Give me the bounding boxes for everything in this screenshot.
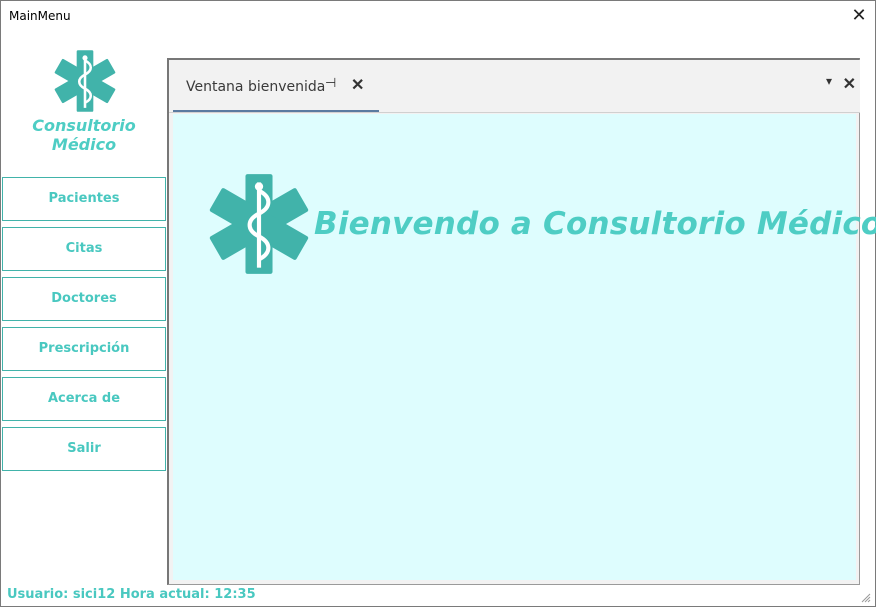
- nav-pacientes-button[interactable]: Pacientes: [2, 177, 166, 221]
- tab-label: Ventana bienvenida: [186, 79, 326, 95]
- welcome-message: Bienvendo a Consultorio Médico: [314, 206, 876, 242]
- tab-ventana-bienvenida[interactable]: Ventana bienvenida ⊣ ✕: [173, 60, 379, 112]
- star-of-life-icon: [209, 174, 309, 274]
- resize-grip-icon[interactable]: [861, 593, 871, 603]
- app-brand-name: Consultorio Médico: [32, 116, 136, 154]
- dock-close-icon[interactable]: ✕: [843, 74, 856, 94]
- tab-menu-icon[interactable]: ▾: [826, 74, 832, 88]
- nav-citas-button[interactable]: Citas: [2, 227, 166, 271]
- window-close-button[interactable]: ✕: [843, 1, 875, 31]
- nav-salir-button[interactable]: Salir: [2, 427, 166, 471]
- main-window: MainMenu ✕ Consultorio Médico Pacientes …: [0, 0, 876, 607]
- welcome-document: Bienvendo a Consultorio Médico: [173, 114, 876, 580]
- pin-icon[interactable]: ⊣: [325, 75, 336, 91]
- nav-prescripcion-button[interactable]: Prescripción: [2, 327, 166, 371]
- nav-doctores-button[interactable]: Doctores: [2, 277, 166, 321]
- tab-close-icon[interactable]: ✕: [351, 75, 364, 95]
- status-bar-text: Usuario: sici12 Hora actual: 12:35: [7, 587, 256, 602]
- window-title: MainMenu: [9, 9, 71, 23]
- star-of-life-icon: [54, 50, 116, 112]
- nav-acerca-de-button[interactable]: Acerca de: [2, 377, 166, 421]
- dock-panel: Ventana bienvenida ⊣ ✕ ▾ ✕ Bienvendo a C…: [167, 58, 876, 585]
- title-bar: MainMenu ✕: [1, 1, 875, 31]
- tab-strip: Ventana bienvenida ⊣ ✕ ▾ ✕: [169, 60, 860, 113]
